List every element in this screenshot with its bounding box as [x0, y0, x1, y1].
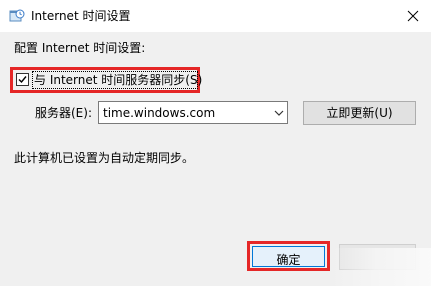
sync-status-text: 此计算机已设置为自动定期同步。: [14, 151, 195, 165]
ok-button[interactable]: 确定: [252, 246, 325, 267]
checkmark-icon: [18, 76, 27, 84]
close-button[interactable]: [398, 2, 428, 30]
server-label: 服务器(E):: [35, 106, 92, 120]
close-icon: [407, 10, 419, 22]
server-value: time.windows.com: [103, 106, 216, 120]
settings-panel: [0, 32, 431, 236]
server-combobox[interactable]: time.windows.com: [98, 101, 288, 124]
internet-time-settings-dialog: Internet 时间设置 配置 Internet 时间设置: 与 Intern…: [0, 0, 431, 286]
clock-globe-icon: [9, 9, 25, 22]
update-now-button[interactable]: 立即更新(U): [303, 101, 416, 125]
window-title: Internet 时间设置: [31, 9, 131, 23]
ok-button-label: 确定: [276, 253, 301, 267]
title-bar: Internet 时间设置: [0, 0, 431, 32]
section-heading: 配置 Internet 时间设置:: [14, 41, 146, 55]
sync-checkbox[interactable]: [16, 73, 29, 86]
sync-checkbox-label[interactable]: 与 Internet 时间服务器同步(S): [34, 72, 202, 88]
chevron-down-icon[interactable]: [274, 108, 284, 118]
blurred-overlay: [330, 248, 431, 286]
